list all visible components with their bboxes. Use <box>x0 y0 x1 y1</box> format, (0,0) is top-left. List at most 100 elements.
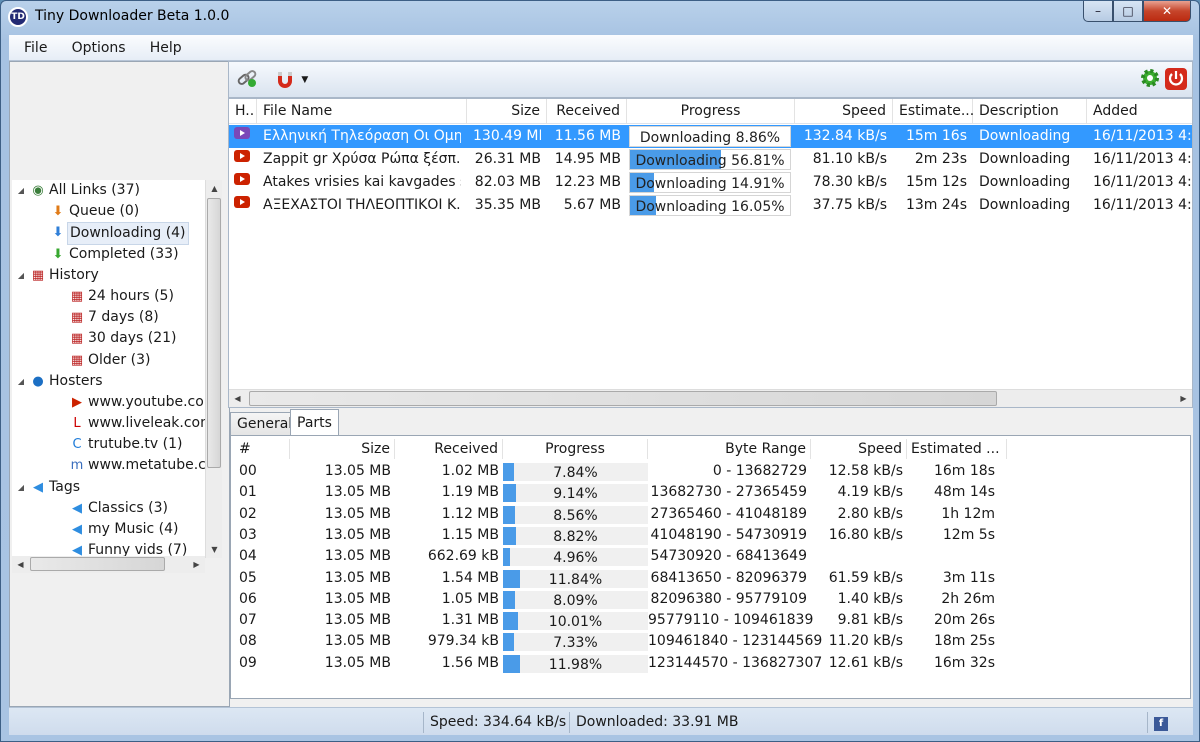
menu-help[interactable]: Help <box>150 35 182 56</box>
parts-column-header[interactable]: Received <box>395 439 503 459</box>
left-pane: ◢ ◉ All Links (37) ⬇ Queue (0) ⬇ Downloading (… <box>9 61 230 707</box>
expand-arrow-icon[interactable]: ◢ <box>16 371 26 392</box>
table-row[interactable]: ΑΞΕΧΑΣΤΟΙ ΤΗΛΕΟΠΤΙΚΟΙ Κ... 35.35 MB 5.67 M… <box>229 194 1192 217</box>
expand-arrow-icon[interactable]: ◢ <box>16 180 26 201</box>
scroll-thumb[interactable] <box>249 391 997 406</box>
tree-item[interactable]: ⬇ Queue (0) <box>12 201 205 222</box>
column-header[interactable]: Received <box>547 99 627 124</box>
list-horizontal-scrollbar[interactable]: ◀ ▶ <box>229 389 1192 407</box>
chain-link-icon <box>237 70 257 87</box>
scroll-left-arrow-icon[interactable]: ◀ <box>229 390 246 407</box>
column-header[interactable]: H.. <box>229 99 257 124</box>
tree-item-label: Tags <box>49 478 80 495</box>
tree-item[interactable]: Ctrutube.tv (1) <box>12 434 205 455</box>
table-row[interactable]: 02 13.05 MB 1.12 MB 27365460 - 41048189 2.80… <box>231 504 1186 525</box>
calendar-icon: ▦ <box>31 267 45 283</box>
expand-arrow-icon[interactable]: ◢ <box>16 265 26 286</box>
cell-speed: 16.80 kB/s <box>828 526 903 543</box>
cell-range: 13682730 - 27365459 <box>650 484 807 501</box>
expand-arrow-icon[interactable]: ◢ <box>16 477 26 498</box>
parts-column-header[interactable]: Speed <box>811 439 907 459</box>
tree-item[interactable]: ◢ ▦ History <box>12 265 205 286</box>
table-row[interactable]: 06 13.05 MB 1.05 MB 82096380 - 95779109 1.40… <box>231 589 1186 610</box>
menu-file[interactable]: File <box>24 35 47 56</box>
tree-item[interactable]: ⬇ Completed (33) <box>12 244 205 265</box>
power-button[interactable] <box>1163 67 1189 93</box>
table-row[interactable]: 04 13.05 MB 662.69 kB 54730920 - 68413649 4.… <box>231 546 1186 567</box>
menu-options[interactable]: Options <box>72 35 126 56</box>
table-row[interactable]: 08 13.05 MB 979.34 kB 109461840 - 123144569… <box>231 631 1186 652</box>
table-row[interactable]: 07 13.05 MB 1.31 MB 95779110 - 109461839 9.8… <box>231 610 1186 631</box>
tree-item[interactable]: ◢ ◉ All Links (37) <box>12 180 205 201</box>
close-button[interactable]: ✕ <box>1143 1 1191 22</box>
tree-item[interactable]: ▦ 7 days (8) <box>12 307 205 328</box>
parts-column-header[interactable]: # <box>235 439 290 459</box>
tree-item[interactable]: mwww.metatube.com <box>12 455 205 476</box>
maximize-button[interactable]: □ <box>1113 1 1143 22</box>
progress-text: Downloading 56.81% <box>635 153 785 169</box>
column-header[interactable]: Description <box>973 99 1087 124</box>
parts-column-header[interactable]: Size <box>290 439 395 459</box>
tree-item-label: www.metatube.com <box>88 457 205 474</box>
tree-item[interactable]: ▦ Older (3) <box>12 350 205 371</box>
tree-item[interactable]: ▦ 24 hours (5) <box>12 286 205 307</box>
cell-added: 16/11/2013 4:15 <box>1093 151 1192 167</box>
category-tree[interactable]: ◢ ◉ All Links (37) ⬇ Queue (0) ⬇ Downloading (… <box>12 180 205 558</box>
column-header[interactable]: Estimate... <box>893 99 974 124</box>
table-row[interactable]: 09 13.05 MB 1.56 MB 123144570 - 136827307 12… <box>231 653 1186 674</box>
table-row[interactable]: 01 13.05 MB 1.19 MB 13682730 - 27365459 4.19… <box>231 482 1186 503</box>
table-row[interactable]: 03 13.05 MB 1.15 MB 41048190 - 54730919 16.8… <box>231 525 1186 546</box>
scroll-thumb[interactable] <box>30 557 165 571</box>
facebook-button[interactable]: f <box>1147 712 1187 733</box>
scroll-right-arrow-icon[interactable]: ▶ <box>1175 390 1192 407</box>
minimize-button[interactable]: – <box>1083 1 1113 22</box>
table-row[interactable]: 05 13.05 MB 1.54 MB 68413650 - 82096379 61.5… <box>231 568 1186 589</box>
calendar-icon: ▦ <box>70 331 84 347</box>
scroll-up-arrow-icon[interactable]: ▲ <box>206 180 223 197</box>
scroll-thumb[interactable] <box>207 198 221 468</box>
progress-text: Downloading 14.91% <box>635 176 785 192</box>
column-header[interactable]: Progress <box>627 99 795 124</box>
parts-column-header[interactable]: Progress <box>503 439 648 459</box>
tree-vertical-scrollbar[interactable]: ▲ ▼ <box>205 180 222 558</box>
scroll-left-arrow-icon[interactable]: ◀ <box>12 556 29 573</box>
scroll-down-arrow-icon[interactable]: ▼ <box>206 541 223 558</box>
scroll-right-arrow-icon[interactable]: ▶ <box>188 556 205 573</box>
tree-item[interactable]: ▶ www.youtube.com <box>12 392 205 413</box>
tree-item[interactable]: Lwww.liveleak.com <box>12 413 205 434</box>
tree-item[interactable]: ◢ ● Hosters <box>12 371 205 392</box>
tree-item-label: All Links (37) <box>49 182 140 198</box>
table-row[interactable]: Zappit gr Χρύσα Ρώπα ξέσπ... 26.31 MB 14.9… <box>229 148 1192 171</box>
parts-column-header[interactable]: Byte Range <box>648 439 811 459</box>
column-header[interactable]: Size <box>467 99 547 124</box>
cell-speed: 11.20 kB/s <box>828 633 903 650</box>
cell-size: 13.05 MB <box>324 569 391 586</box>
tree-item[interactable]: ◢ ◀ Tags <box>12 477 205 498</box>
client-area: ◢ ◉ All Links (37) ⬇ Queue (0) ⬇ Downloading (… <box>9 61 1193 707</box>
tab-general[interactable]: General <box>230 412 300 436</box>
add-link-button[interactable] <box>234 67 260 93</box>
title-bar[interactable]: TD Tiny Downloader Beta 1.0.0 – □ ✕ <box>1 1 1199 35</box>
cell-eta: 15m 12s <box>905 174 967 190</box>
column-header[interactable]: Speed <box>795 99 893 124</box>
parts-column-header[interactable]: Estimated ... <box>907 439 1007 459</box>
column-header[interactable]: File Name <box>257 99 467 124</box>
cell-size: 26.31 MB <box>474 151 541 167</box>
magnet-dropdown-button[interactable]: ▼ <box>267 67 315 93</box>
download-arrow-icon: ⬇ <box>52 225 64 241</box>
table-row[interactable]: Ελληνική Τηλεόραση Οι Ομη... 130.49 MB 11.… <box>229 125 1192 148</box>
settings-button[interactable] <box>1137 67 1163 93</box>
table-row[interactable]: Atakes vrisies kai kavgades st... 82.03 M… <box>229 171 1192 194</box>
column-header[interactable]: Added <box>1087 99 1192 124</box>
tree-item-label: trutube.tv (1) <box>88 436 183 453</box>
tree-item[interactable]: ◀ Classics (3) <box>12 498 205 519</box>
cell-received: 979.34 kB <box>427 633 499 650</box>
tree-horizontal-scrollbar[interactable]: ◀ ▶ <box>12 556 205 573</box>
cell-n: 00 <box>239 463 257 479</box>
tab-parts[interactable]: Parts <box>290 409 339 436</box>
cell-range: 95779110 - 109461839 <box>648 612 814 629</box>
tree-item[interactable]: ◀ my Music (4) <box>12 519 205 540</box>
tree-item[interactable]: ⬇ Downloading (4) <box>12 222 205 246</box>
tree-item[interactable]: ▦ 30 days (21) <box>12 328 205 349</box>
table-row[interactable]: 00 13.05 MB 1.02 MB 0 - 13682729 12.58 kB/s 1… <box>231 461 1186 482</box>
